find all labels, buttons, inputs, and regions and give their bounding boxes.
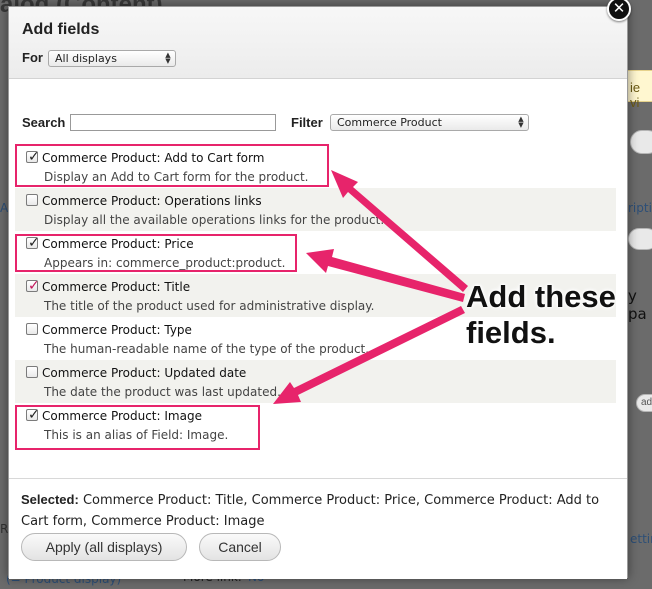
for-displays-select[interactable]: All displays ▲ ▼ — [48, 50, 176, 67]
filter-select-value: Commerce Product — [337, 116, 442, 129]
selected-fields-summary: Selected: Commerce Product: Title, Comme… — [21, 489, 611, 532]
field-name: Commerce Product: Updated date — [42, 366, 247, 380]
background-pill-1 — [630, 130, 652, 154]
annotation-callout: Add these fields. — [466, 279, 636, 351]
list-item[interactable]: Commerce Product: Operations links Displ… — [15, 188, 616, 231]
checkbox[interactable]: ✓ — [26, 277, 40, 293]
checkbox[interactable] — [26, 194, 38, 206]
apply-all-displays-button[interactable]: Apply (all displays) — [21, 533, 187, 561]
field-description: Display all the available operations lin… — [44, 213, 385, 227]
highlight-box-price — [15, 234, 297, 272]
search-input[interactable] — [70, 114, 276, 131]
dialog-footer: Selected: Commerce Product: Title, Comme… — [9, 478, 627, 579]
field-description: The human-readable name of the type of t… — [44, 342, 370, 356]
select-arrows-icon: ▲ ▼ — [518, 115, 524, 129]
checkmark-icon: ✓ — [28, 277, 40, 293]
close-icon[interactable]: ✕ — [607, 0, 631, 21]
annotation-line-2: fields. — [466, 315, 556, 350]
cancel-button[interactable]: Cancel — [199, 533, 281, 561]
dialog-title: Add fields — [22, 21, 100, 38]
background-warning: ie vi — [628, 70, 652, 110]
checkbox[interactable] — [26, 323, 38, 335]
search-label: Search — [22, 115, 66, 130]
background-link-1: A — [0, 201, 9, 215]
filter-select[interactable]: Commerce Product ▲ ▼ — [330, 114, 529, 131]
field-name: Commerce Product: Title — [42, 280, 191, 294]
background-settings-fragment: etting — [630, 532, 652, 546]
checkbox[interactable] — [26, 366, 38, 378]
highlight-box-add-to-cart — [15, 144, 329, 187]
field-description: The date the product was last updated. — [44, 385, 281, 399]
dialog-header: Add fields For All displays ▲ ▼ — [9, 7, 627, 79]
select-arrows-icon: ▲ ▼ — [165, 51, 171, 65]
selected-value: Commerce Product: Title, Commerce Produc… — [21, 493, 600, 529]
field-name: Commerce Product: Type — [42, 323, 192, 337]
selected-label: Selected: — [21, 492, 79, 507]
list-item[interactable]: Commerce Product: Updated date The date … — [15, 360, 616, 403]
field-name: Commerce Product: Operations links — [42, 194, 262, 208]
field-description: The title of the product used for admini… — [44, 299, 375, 313]
for-label: For — [22, 50, 43, 65]
background-pill-2 — [628, 228, 652, 250]
background-link-2: ripti — [628, 201, 652, 215]
annotation-line-1: Add these — [466, 279, 616, 314]
highlight-box-image — [15, 405, 260, 450]
background-pill-3: ad — [636, 394, 652, 412]
for-displays-select-value: All displays — [55, 52, 117, 65]
filter-label: Filter — [291, 115, 323, 130]
